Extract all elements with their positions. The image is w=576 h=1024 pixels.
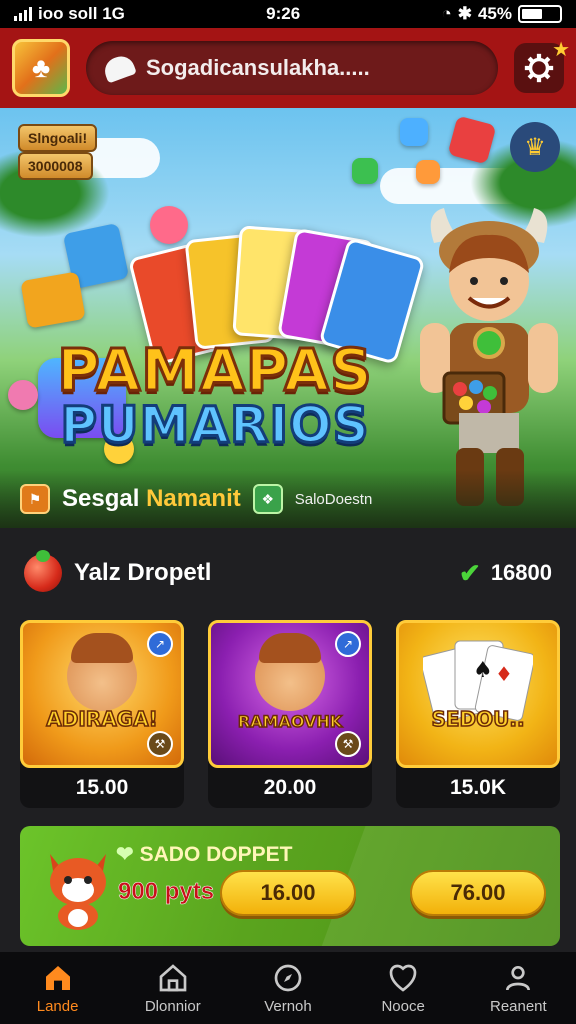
status-bar: ioo soll 1G 9:26 ◔ ✱ 45% <box>0 0 576 28</box>
carrier-text: ioo soll 1G <box>38 4 125 23</box>
bluetooth-icon: ✱ <box>457 4 472 23</box>
game-tile[interactable]: RAMAOVHK ↗ ⚒ 20.00 <box>208 620 372 808</box>
game-tile-price: 15.0K <box>449 776 507 799</box>
signal-icon <box>14 7 32 21</box>
app-logo-icon[interactable]: ♣ <box>12 39 70 97</box>
game-tile-label: SEDOU.. <box>431 706 526 732</box>
promo-title: ❤ SADO DOPPET <box>116 842 292 867</box>
search-icon <box>101 52 137 84</box>
battery-icon <box>518 5 562 23</box>
hero-banner[interactable]: Slngoali! 3000008 PAMAPAS PUMARIOS ♛ ⚑ S… <box>0 108 576 528</box>
game-tile-art: RAMAOVHK ↗ ⚒ <box>208 620 372 768</box>
game-tile[interactable]: ♠ ♦ SEDOU.. 15.0K <box>396 620 560 808</box>
gem-decoration <box>20 271 86 329</box>
gem-decoration <box>400 118 428 146</box>
crown-button[interactable]: ♛ <box>510 122 560 172</box>
section-value: 16800 <box>490 560 552 585</box>
hero-event-highlight: Namanit <box>146 485 241 512</box>
clock-text: 9:26 <box>266 4 301 23</box>
nav-label: Reanent <box>489 997 547 1015</box>
promo-points: 900 pyts <box>118 878 215 906</box>
trophy-icon: ⚑ <box>20 484 50 514</box>
battery-percent: 45% <box>477 4 512 23</box>
home-icon <box>45 965 70 990</box>
nav-item-store[interactable]: Dlonnior <box>123 962 223 1015</box>
hero-event-label: Sesgal Namanit <box>62 485 241 513</box>
gem-decoration <box>416 160 440 184</box>
game-tile-price: 20.00 <box>263 776 317 799</box>
nav-item-explore[interactable]: Vernoh <box>238 962 338 1015</box>
promo-title-text: SADO DOPPET <box>139 842 293 866</box>
promo-buy-button-2[interactable]: 76.00 <box>410 870 546 916</box>
tool-icon: ⚒ <box>335 731 361 757</box>
hero-title-line2: PUMARIOS <box>59 395 370 456</box>
game-tiles: ADIRAGA! ↗ ⚒ 15.00 RAMAOVHK ↗ ⚒ 20.00 ♠ … <box>20 620 560 808</box>
badge-icon: ↗ <box>147 631 173 657</box>
profile-icon <box>506 965 531 990</box>
search-text: Sogadicansulakha..... <box>146 55 370 80</box>
game-tile-art: ADIRAGA! ↗ ⚒ <box>20 620 184 768</box>
svg-text:♠: ♠ <box>473 658 493 683</box>
character-face-icon <box>255 633 325 711</box>
nav-item-home[interactable]: Lande <box>8 962 108 1015</box>
hero-tag-score: 3000008 <box>18 152 93 180</box>
nav-label: Nooce <box>381 997 425 1015</box>
store-icon <box>159 963 187 991</box>
heart-icon: ❤ <box>116 843 134 866</box>
hero-title-line1: PAMAPAS <box>56 335 374 406</box>
apple-icon <box>24 550 62 592</box>
nav-item-nooce[interactable]: Nooce <box>353 962 453 1015</box>
game-tile-art: ♠ ♦ SEDOU.. <box>396 620 560 768</box>
game-tile-label: RAMAOVHK <box>237 711 343 732</box>
promo-buy-button-1[interactable]: 16.00 <box>220 870 356 916</box>
app-header: ♣ Sogadicansulakha..... ★ <box>0 28 576 108</box>
check-icon: ✔ <box>459 557 481 588</box>
tool-icon: ⚒ <box>147 731 173 757</box>
compass-icon <box>274 964 302 991</box>
character-face-icon <box>67 633 137 711</box>
nav-label: Vernoh <box>264 997 312 1015</box>
sync-icon: ◔ <box>441 4 452 23</box>
fox-mascot-icon <box>50 854 106 930</box>
game-tile-price: 15.00 <box>75 776 129 799</box>
hero-tag-label: Slngoali! <box>18 124 98 152</box>
nav-item-profile[interactable]: Reanent <box>468 962 568 1015</box>
settings-button[interactable]: ★ <box>514 39 570 93</box>
gem-decoration <box>150 206 188 244</box>
svg-text:♦: ♦ <box>495 662 513 686</box>
section-header: Yalz Dropetl ✔ 16800 <box>0 548 576 598</box>
game-tile[interactable]: ADIRAGA! ↗ ⚒ 15.00 <box>20 620 184 808</box>
nav-label: Dlonnior <box>144 997 201 1015</box>
hero-info-bar: ⚑ Sesgal Namanit ❖ SaloDoestn <box>0 470 576 528</box>
hero-event-subtext: SaloDoestn <box>294 490 373 508</box>
game-tile-label: ADIRAGA! <box>46 706 159 732</box>
badge-icon: ↗ <box>335 631 361 657</box>
viking-character-illustration <box>420 208 558 506</box>
search-bar[interactable]: Sogadicansulakha..... <box>86 41 498 95</box>
star-icon: ★ <box>552 39 570 61</box>
bottom-nav: Lande Dlonnior Vernoh Nooce Reanent <box>0 952 576 1024</box>
gear-icon <box>524 53 554 83</box>
shield-icon <box>389 964 417 992</box>
gem-decoration <box>352 158 378 184</box>
section-title: Yalz Dropetl <box>74 559 212 586</box>
promo-banner: ❤ SADO DOPPET 900 pyts 16.00 76.00 <box>20 826 560 946</box>
hero-event-name: Sesgal <box>62 485 140 512</box>
gift-icon: ❖ <box>252 484 283 514</box>
nav-label: Lande <box>36 997 79 1015</box>
